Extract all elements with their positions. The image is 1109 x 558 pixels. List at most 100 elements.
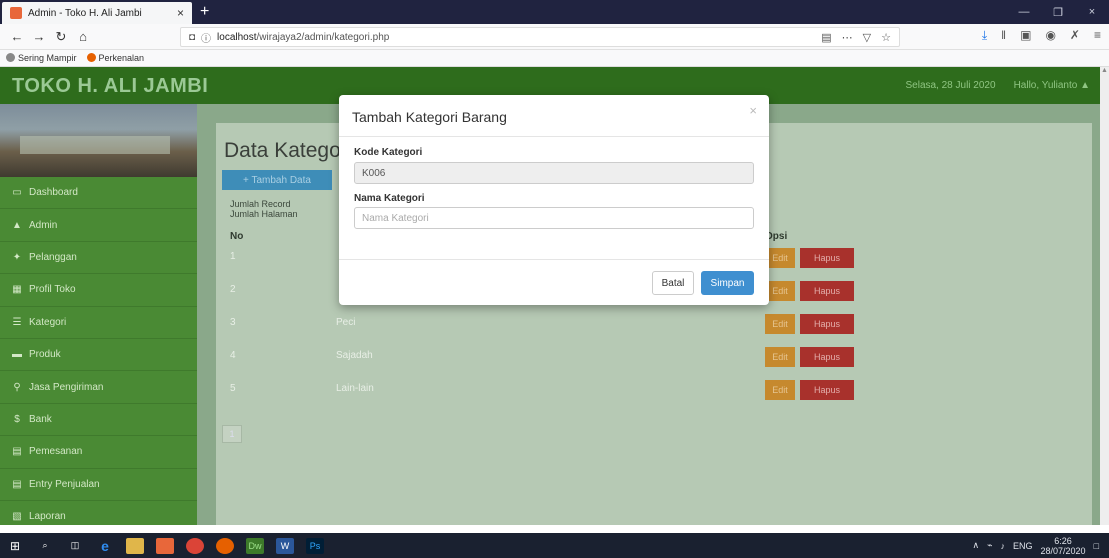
map-marker-icon: ⚲ xyxy=(13,381,21,393)
app-icon[interactable] xyxy=(156,537,174,554)
search-icon[interactable]: ⌕ xyxy=(36,538,54,554)
maximize-icon[interactable]: ❐ xyxy=(1041,6,1075,19)
table-row-no: 4 xyxy=(230,350,236,361)
edit-button[interactable]: Edit xyxy=(765,347,795,367)
edit-button[interactable]: Edit xyxy=(765,281,795,301)
url-bar[interactable]: ◘ ⓘ localhost /wirajaya2/admin/kategori.… xyxy=(180,27,900,47)
edge-icon[interactable]: e xyxy=(96,538,114,554)
user-icon: ▲ xyxy=(12,219,22,231)
delete-button[interactable]: Hapus xyxy=(800,380,854,400)
brand-logo[interactable]: TOKO H. ALI JAMBI xyxy=(12,75,208,98)
sidebar-item-profil-toko[interactable]: ▦ Profil Toko xyxy=(0,274,197,307)
column-header-no: No xyxy=(230,231,244,242)
page-scrollbar[interactable]: ▲ xyxy=(1100,67,1109,525)
cancel-button[interactable]: Batal xyxy=(652,271,694,295)
window-controls: — ❐ × xyxy=(1007,0,1109,24)
sidebar-toggle-icon[interactable]: ▣ xyxy=(1020,28,1031,43)
new-tab-button[interactable]: + xyxy=(200,3,209,21)
table-row-no: 5 xyxy=(230,383,236,394)
library-icon[interactable]: ‖ xyxy=(1001,28,1006,43)
notification-icon[interactable]: □ xyxy=(1094,541,1099,551)
id-card-icon: ▦ xyxy=(12,284,22,296)
modal-header: Tambah Kategori Barang × xyxy=(339,95,769,137)
tab-close-icon[interactable]: × xyxy=(177,6,184,20)
gear-icon xyxy=(6,53,15,62)
sidebar-item-jasa-pengiriman[interactable]: ⚲ Jasa Pengiriman xyxy=(0,371,197,404)
reader-view-icon[interactable]: ▤ xyxy=(821,31,831,44)
edit-button[interactable]: Edit xyxy=(765,314,795,334)
table-row-name: Sajadah xyxy=(336,350,373,361)
sidebar-item-pelanggan[interactable]: ✦ Pelanggan xyxy=(0,242,197,275)
home-icon[interactable]: ⌂ xyxy=(72,29,94,44)
back-icon[interactable]: ← xyxy=(6,29,28,44)
pagination-page-1[interactable]: 1 xyxy=(222,425,242,443)
credit-card-icon: ▤ xyxy=(12,478,22,490)
site-favicon-icon xyxy=(10,7,22,19)
file-explorer-icon[interactable] xyxy=(126,537,144,554)
bookmark-sering-mampir[interactable]: Sering Mampir xyxy=(6,53,77,63)
network-icon[interactable]: ⌁ xyxy=(987,540,992,551)
language-indicator[interactable]: ENG xyxy=(1013,541,1033,551)
reload-icon[interactable]: ↻ xyxy=(50,29,72,45)
edit-button[interactable]: Edit xyxy=(765,248,795,268)
save-button[interactable]: Simpan xyxy=(701,271,754,295)
pocket-icon[interactable]: ▽ xyxy=(863,31,871,44)
chrome-icon[interactable] xyxy=(186,537,204,554)
window-close-icon[interactable]: × xyxy=(1075,6,1109,18)
nama-kategori-input[interactable] xyxy=(354,207,754,229)
windows-taskbar: ⊞ ⌕ ◫ e Dw W Ps ∧ ⌁ ♪ ENG 6:26 28/07/202… xyxy=(0,533,1109,558)
bookmark-perkenalan[interactable]: Perkenalan xyxy=(86,53,144,63)
photoshop-icon[interactable]: Ps xyxy=(306,537,324,554)
header-right: Selasa, 28 Juli 2020 Hallo, Yulianto ▲ xyxy=(905,80,1090,91)
add-category-modal: Tambah Kategori Barang × Kode Kategori N… xyxy=(339,95,769,305)
forward-icon[interactable]: → xyxy=(28,29,50,44)
browser-tab-bar: Admin - Toko H. Ali Jambi × + — ❐ × xyxy=(0,0,1109,24)
dreamweaver-icon[interactable]: Dw xyxy=(246,537,264,554)
info-icon: ⓘ xyxy=(201,33,212,45)
sidebar-item-entry-penjualan[interactable]: ▤ Entry Penjualan xyxy=(0,469,197,501)
extension-icon[interactable]: ✗ xyxy=(1070,28,1080,43)
sidebar-item-bank[interactable]: $ Bank xyxy=(0,404,197,437)
modal-footer-divider xyxy=(339,259,769,260)
delete-button[interactable]: Hapus xyxy=(800,248,854,268)
firefox-icon[interactable] xyxy=(216,537,234,554)
word-icon[interactable]: W xyxy=(276,537,294,554)
delete-button[interactable]: Hapus xyxy=(800,281,854,301)
delete-button[interactable]: Hapus xyxy=(800,314,854,334)
edit-button[interactable]: Edit xyxy=(765,380,795,400)
account-icon[interactable]: ◉ xyxy=(1045,28,1055,43)
tray-chevron-icon[interactable]: ∧ xyxy=(972,540,979,551)
sidebar-item-admin[interactable]: ▲ Admin xyxy=(0,209,197,242)
delete-button[interactable]: Hapus xyxy=(800,347,854,367)
sidebar-item-laporan[interactable]: ▧ Laporan xyxy=(0,501,197,525)
scroll-up-icon[interactable]: ▲ xyxy=(1100,67,1109,74)
sidebar-item-dashboard[interactable]: ▭ Dashboard xyxy=(0,177,197,210)
table-row-name: Peci xyxy=(336,317,356,328)
firefox-icon xyxy=(86,53,96,62)
sidebar-item-produk[interactable]: ▬ Produk xyxy=(0,339,197,372)
report-icon: ▧ xyxy=(12,511,22,523)
volume-icon[interactable]: ♪ xyxy=(1001,541,1006,551)
sidebar-item-pemesanan[interactable]: ▤ Pemesanan xyxy=(0,436,197,469)
tab-title: Admin - Toko H. Ali Jambi xyxy=(28,7,142,19)
browser-tab[interactable]: Admin - Toko H. Ali Jambi × xyxy=(2,2,192,24)
table-row-no: 1 xyxy=(230,251,236,262)
modal-close-icon[interactable]: × xyxy=(749,103,757,118)
credit-card-icon: ▤ xyxy=(12,446,22,458)
minimize-icon[interactable]: — xyxy=(1007,6,1041,18)
shield-icon: ◘ xyxy=(189,31,196,43)
menu-icon[interactable]: ≡ xyxy=(1094,28,1101,43)
table-row-no: 3 xyxy=(230,317,236,328)
dollar-icon: $ xyxy=(14,413,20,425)
sidebar-item-kategori[interactable]: ☰ Kategori xyxy=(0,307,197,339)
windows-start-icon[interactable]: ⊞ xyxy=(6,538,24,554)
download-icon[interactable]: ⤓ xyxy=(982,28,987,43)
add-data-button[interactable]: + Tambah Data xyxy=(222,170,332,190)
system-clock[interactable]: 6:26 28/07/2020 xyxy=(1041,536,1086,556)
kode-kategori-input[interactable] xyxy=(354,162,754,184)
page-actions-icon[interactable]: ⋯ xyxy=(842,31,853,44)
user-greeting[interactable]: Hallo, Yulianto ▲ xyxy=(1014,80,1090,91)
user-icon: ▲ xyxy=(1080,80,1090,91)
task-view-icon[interactable]: ◫ xyxy=(66,538,84,554)
bookmark-star-icon[interactable]: ☆ xyxy=(881,31,891,44)
